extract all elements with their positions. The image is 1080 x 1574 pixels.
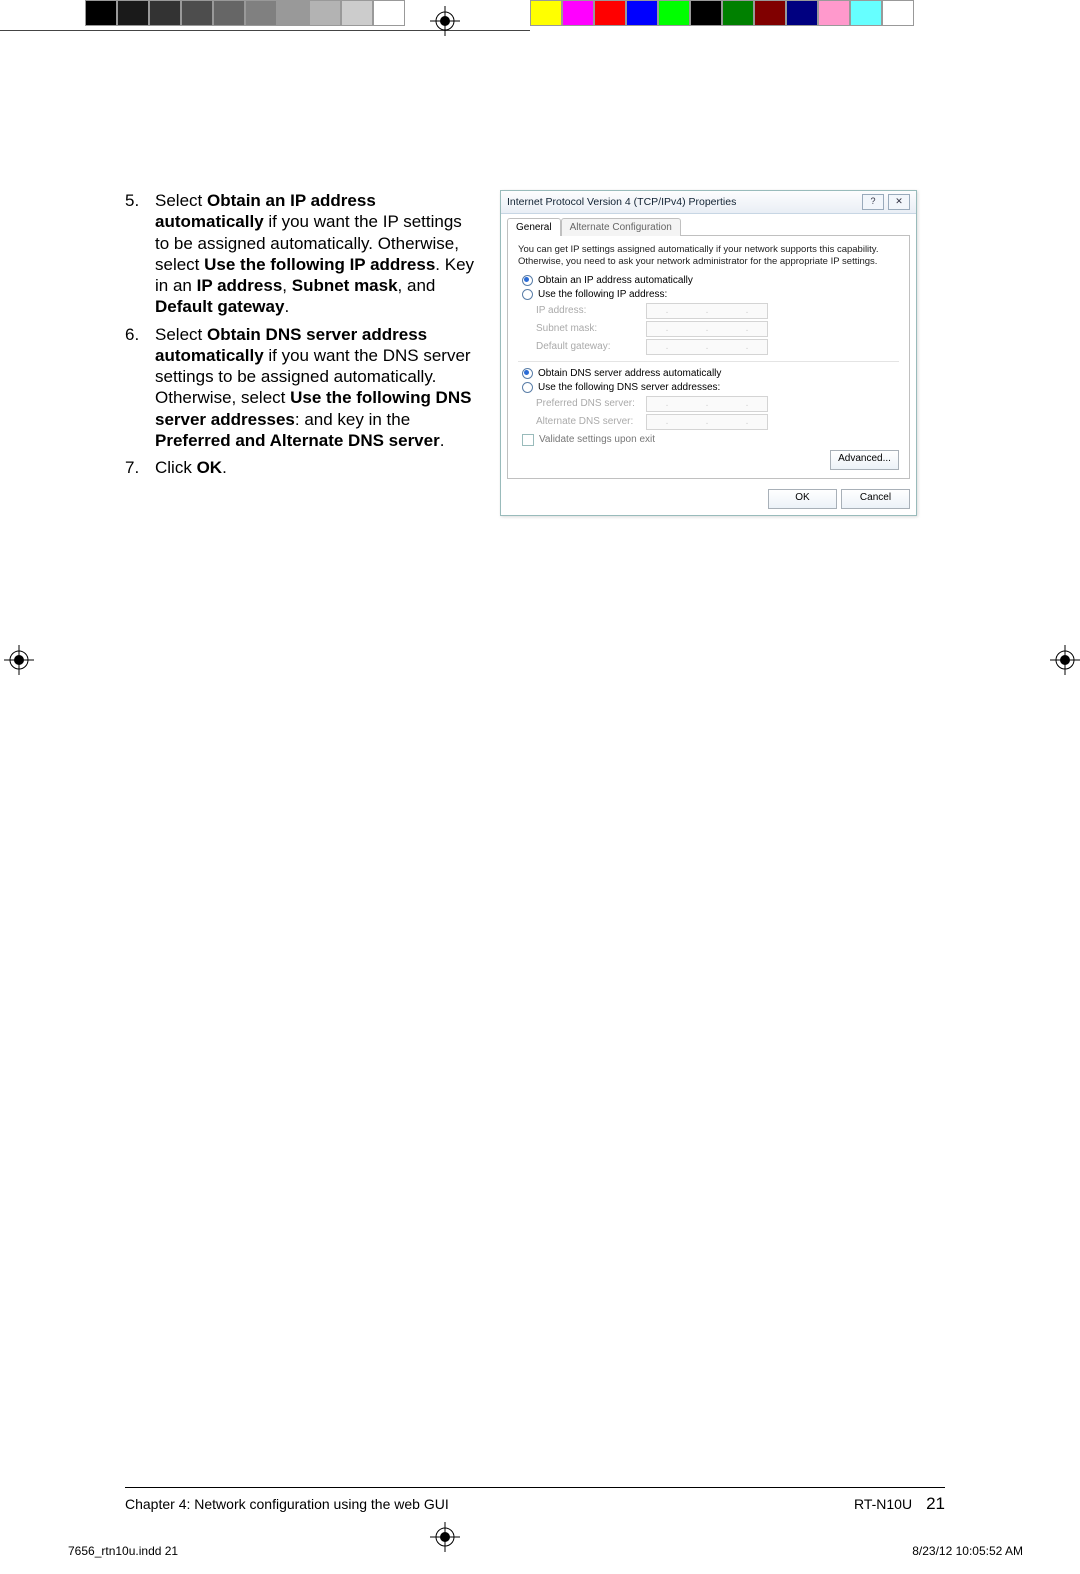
help-button[interactable]: ? [862,194,884,210]
radio-use-following-dns[interactable]: Use the following DNS server addresses: [522,382,899,393]
indesign-filename: 7656_rtn10u.indd 21 [68,1544,178,1558]
step-5: Select Obtain an IP address automaticall… [125,190,475,318]
page-number: 21 [926,1494,945,1514]
ip-address-input[interactable]: ... [646,303,768,319]
radio-obtain-dns-auto[interactable]: Obtain DNS server address automatically [522,368,899,379]
registration-mark-icon [430,6,460,36]
cancel-button[interactable]: Cancel [841,489,910,509]
validate-settings-checkbox[interactable] [522,434,534,446]
alternate-dns-input[interactable]: ... [646,414,768,430]
registration-mark-icon [4,645,34,675]
radio-icon [522,368,533,379]
radio-obtain-ip-auto[interactable]: Obtain an IP address automatically [522,275,899,286]
model-name: RT-N10U [854,1496,912,1512]
instruction-list: Select Obtain an IP address automaticall… [125,190,475,484]
page-footer: Chapter 4: Network configuration using t… [125,1487,945,1514]
field-alternate-dns: Alternate DNS server: ... [536,414,899,430]
dialog-titlebar: Internet Protocol Version 4 (TCP/IPv4) P… [501,191,916,214]
ok-button[interactable]: OK [768,489,837,509]
radio-icon [522,289,533,300]
print-timestamp: 8/23/12 10:05:52 AM [912,1544,1023,1558]
field-ip-address: IP address: ... [536,303,899,319]
color-calibration-bar [530,0,970,26]
advanced-button[interactable]: Advanced... [830,450,899,470]
radio-icon [522,275,533,286]
step-6: Select Obtain DNS server address automat… [125,324,475,452]
dialog-description: You can get IP settings assigned automat… [518,244,899,269]
subnet-mask-input[interactable]: ... [646,321,768,337]
dialog-tabs: General Alternate Configuration [501,214,916,236]
tab-general[interactable]: General [507,218,561,236]
field-preferred-dns: Preferred DNS server: ... [536,396,899,412]
preferred-dns-input[interactable]: ... [646,396,768,412]
chapter-title: Chapter 4: Network configuration using t… [125,1496,449,1512]
field-default-gateway: Default gateway: ... [536,339,899,355]
field-subnet-mask: Subnet mask: ... [536,321,899,337]
radio-icon [522,382,533,393]
dialog-title: Internet Protocol Version 4 (TCP/IPv4) P… [507,196,736,208]
registration-mark-icon [1050,645,1080,675]
close-button[interactable]: ✕ [888,194,910,210]
step-7: Click OK. [125,457,475,478]
default-gateway-input[interactable]: ... [646,339,768,355]
tab-alternate-configuration[interactable]: Alternate Configuration [561,218,681,236]
radio-use-following-ip[interactable]: Use the following IP address: [522,289,899,300]
validate-settings-label: Validate settings upon exit [539,434,655,445]
print-slug: 7656_rtn10u.indd 21 8/23/12 10:05:52 AM [68,1544,1023,1558]
tcpipv4-properties-dialog: Internet Protocol Version 4 (TCP/IPv4) P… [500,190,925,516]
